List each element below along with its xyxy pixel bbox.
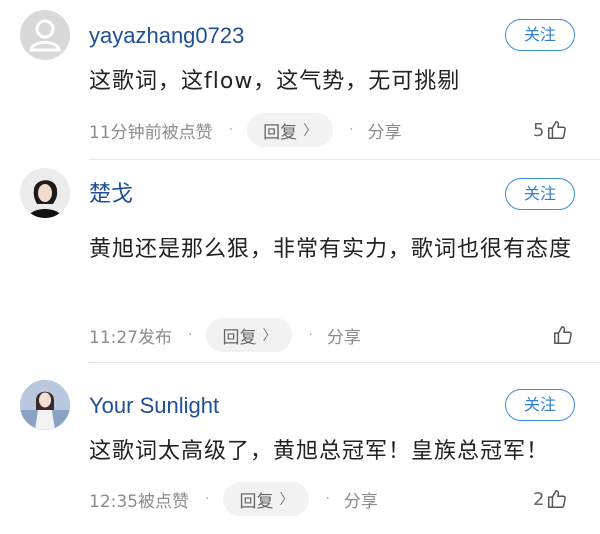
reply-label: 回复 [263, 122, 298, 143]
share-button[interactable]: 分享 [344, 487, 378, 512]
separator-dot: · [349, 122, 354, 138]
chevron-right-icon: 〉 [279, 492, 294, 508]
timestamp: 11分钟前被点赞 [89, 122, 213, 143]
like-button[interactable] [550, 318, 574, 352]
reply-button[interactable]: 回复 〉 [247, 113, 334, 147]
comment-meta: 12:35被点赞 · 回复 〉 · 分享 [89, 482, 378, 516]
separator-dot: · [188, 327, 193, 343]
comment-text: 这歌词太高级了，黄旭总冠军！皇族总冠军！ [89, 439, 550, 464]
reply-button[interactable]: 回复 〉 [206, 318, 293, 352]
chevron-right-icon: 〉 [303, 123, 318, 139]
avatar[interactable] [20, 168, 70, 218]
avatar-image [20, 168, 70, 218]
thumbs-up-icon [548, 490, 567, 508]
username[interactable]: 楚戈 [89, 179, 133, 209]
like-button[interactable]: 5 [533, 113, 568, 147]
share-button[interactable]: 分享 [368, 118, 402, 143]
timestamp: 11:27发布 [89, 327, 172, 348]
username[interactable]: yayazhang0723 [89, 21, 244, 51]
divider [89, 159, 600, 160]
comment-text: 黄旭还是那么狠，非常有实力，歌词也很有态度 [89, 237, 573, 262]
follow-button[interactable]: 关注 [505, 389, 575, 421]
reply-label: 回复 [222, 327, 257, 348]
like-button[interactable]: 2 [533, 482, 568, 516]
timestamp: 12:35被点赞 [89, 491, 189, 512]
follow-button[interactable]: 关注 [505, 178, 575, 210]
reply-button[interactable]: 回复 〉 [223, 482, 310, 516]
avatar[interactable] [20, 380, 70, 430]
separator-dot: · [228, 122, 234, 138]
like-count: 2 [533, 488, 545, 510]
separator-dot: · [308, 327, 313, 343]
comment-meta: 11:27发布 · 回复 〉 · 分享 [89, 318, 361, 352]
comment-meta: 11分钟前被点赞 · 回复 〉 · 分享 [89, 113, 402, 147]
divider [89, 362, 600, 363]
thumbs-up-icon [554, 326, 572, 344]
reply-label: 回复 [239, 491, 274, 512]
comment-text: 这歌词，这flow，这气势，无可挑剔 [89, 69, 461, 94]
username[interactable]: Your Sunlight [89, 391, 219, 421]
thumbs-up-icon [548, 121, 567, 139]
avatar[interactable] [20, 10, 70, 60]
separator-dot: · [205, 491, 210, 507]
user-silhouette-icon [29, 19, 61, 52]
like-count: 5 [533, 119, 545, 141]
separator-dot: · [325, 491, 330, 507]
follow-button[interactable]: 关注 [505, 19, 575, 51]
avatar-image [20, 380, 70, 430]
share-button[interactable]: 分享 [327, 323, 361, 348]
chevron-right-icon: 〉 [262, 328, 277, 344]
